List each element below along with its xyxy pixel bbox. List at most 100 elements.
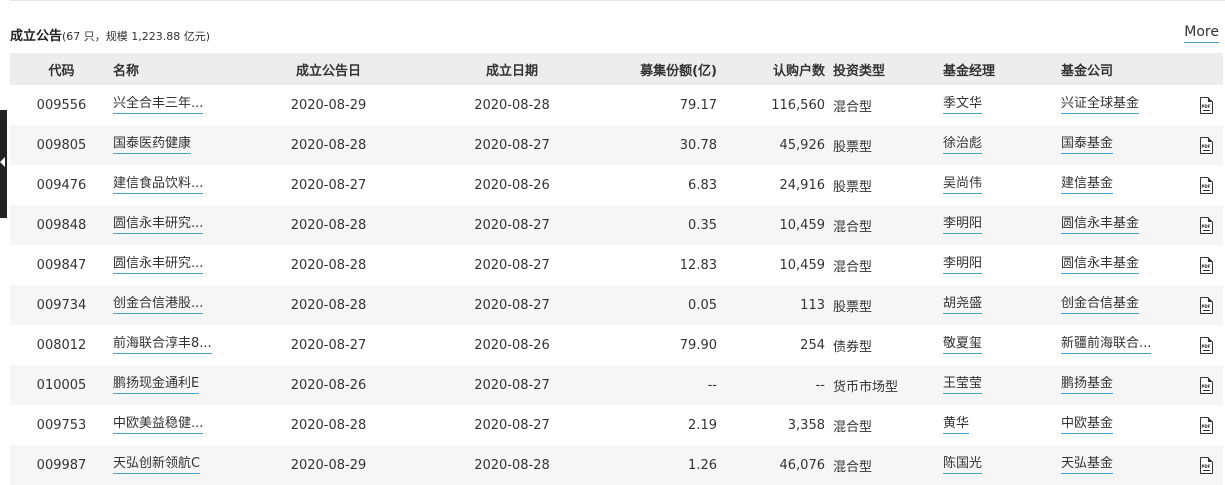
- cell-code: 008012: [36, 337, 87, 353]
- manager-link[interactable]: 黄华: [943, 416, 970, 434]
- fund-name-link[interactable]: 鹏扬现金通利E: [113, 376, 200, 394]
- col-header-company[interactable]: 基金公司: [1061, 53, 1189, 85]
- fund-name-link[interactable]: 天弘创新领航C: [113, 456, 201, 474]
- manager-link[interactable]: 胡尧盛: [943, 296, 983, 314]
- cell-shares: 79.90: [679, 337, 717, 353]
- pdf-icon[interactable]: PDF: [1199, 96, 1213, 114]
- cell-pdf: PDF: [1189, 445, 1223, 485]
- section-header: 成立公告(67 只，规模 1,223.88 亿元) More: [10, 23, 1219, 45]
- col-header-code[interactable]: 代码: [10, 53, 113, 85]
- cell-announce-date: 2020-08-27: [290, 337, 367, 353]
- col-header-announce-date[interactable]: 成立公告日: [240, 53, 417, 85]
- cell-manager: 李明阳: [943, 205, 1061, 245]
- cell-announce-date: 2020-08-28: [290, 257, 367, 273]
- col-header-name[interactable]: 名称: [113, 53, 240, 85]
- fund-name-link[interactable]: 创金合信港股...: [113, 296, 204, 314]
- manager-link[interactable]: 季文华: [943, 96, 983, 114]
- company-link[interactable]: 新疆前海联合...: [1061, 336, 1152, 354]
- cell-setup-date: 2020-08-27: [417, 285, 607, 325]
- manager-link[interactable]: 李明阳: [943, 216, 983, 234]
- company-link[interactable]: 圆信永丰基金: [1061, 256, 1140, 274]
- company-link[interactable]: 建信基金: [1061, 176, 1114, 194]
- col-header-type[interactable]: 投资类型: [825, 53, 943, 85]
- company-link[interactable]: 兴证全球基金: [1061, 96, 1140, 114]
- cell-code: 009753: [36, 417, 87, 433]
- cell-manager: 徐治彪: [943, 125, 1061, 165]
- cell-shares: 0.05: [607, 285, 717, 325]
- cell-type: 股票型: [825, 285, 943, 325]
- pdf-icon[interactable]: PDF: [1199, 136, 1213, 154]
- company-link[interactable]: 圆信永丰基金: [1061, 216, 1140, 234]
- cell-setup-date: 2020-08-26: [474, 177, 550, 193]
- cell-announce-date: 2020-08-29: [290, 97, 367, 113]
- pdf-icon[interactable]: PDF: [1199, 176, 1213, 194]
- col-header-manager[interactable]: 基金经理: [943, 53, 1061, 85]
- fund-name-link[interactable]: 圆信永丰研究...: [113, 256, 204, 274]
- cell-setup-date: 2020-08-27: [417, 125, 607, 165]
- company-link[interactable]: 国泰基金: [1061, 136, 1114, 154]
- pdf-icon-label: PDF: [1201, 143, 1211, 149]
- pdf-icon-label: PDF: [1201, 343, 1211, 349]
- pdf-icon[interactable]: PDF: [1199, 456, 1213, 474]
- fund-name-link[interactable]: 圆信永丰研究...: [113, 216, 204, 234]
- cell-announce-date: 2020-08-29: [240, 445, 417, 485]
- manager-link[interactable]: 李明阳: [943, 256, 983, 274]
- cell-type: 货币市场型: [825, 365, 943, 405]
- pdf-icon[interactable]: PDF: [1199, 416, 1213, 434]
- company-link[interactable]: 中欧基金: [1061, 416, 1114, 434]
- cell-name: 圆信永丰研究...: [113, 245, 240, 285]
- fund-name-link[interactable]: 前海联合淳丰8...: [113, 336, 212, 354]
- cell-announce-date: 2020-08-28: [240, 285, 417, 325]
- pdf-icon-label: PDF: [1201, 303, 1211, 309]
- cell-code: 010005: [10, 365, 113, 405]
- cell-shares: 79.17: [679, 97, 717, 113]
- manager-link[interactable]: 陈国光: [943, 456, 983, 474]
- cell-pdf: PDF: [1189, 165, 1223, 205]
- fund-name-link[interactable]: 中欧美益稳健...: [113, 416, 204, 434]
- cell-manager: 季文华: [943, 85, 1061, 125]
- fund-name-link[interactable]: 建信食品饮料...: [113, 176, 204, 194]
- pdf-icon[interactable]: PDF: [1199, 336, 1213, 354]
- col-header-subscribers[interactable]: 认购户数: [717, 53, 825, 85]
- col-header-setup-date[interactable]: 成立日期: [417, 53, 607, 85]
- pdf-icon[interactable]: PDF: [1199, 216, 1213, 234]
- cell-name: 圆信永丰研究...: [113, 205, 240, 245]
- company-link[interactable]: 鹏扬基金: [1061, 376, 1114, 394]
- cell-setup-date: 2020-08-27: [474, 257, 550, 273]
- cell-company: 新疆前海联合...: [1061, 325, 1189, 365]
- cell-setup-date: 2020-08-27: [417, 365, 607, 405]
- table-header-row: 代码 名称 成立公告日 成立日期 募集份额(亿) 认购户数 投资类型 基金经理 …: [10, 53, 1223, 85]
- company-link[interactable]: 天弘基金: [1061, 456, 1114, 474]
- cell-name: 前海联合淳丰8...: [113, 325, 240, 365]
- company-link[interactable]: 创金合信基金: [1061, 296, 1140, 314]
- pdf-icon[interactable]: PDF: [1199, 256, 1213, 274]
- cell-subscribers: 46,076: [717, 445, 825, 485]
- manager-link[interactable]: 徐治彪: [943, 136, 983, 154]
- cell-shares: 0.35: [607, 205, 717, 245]
- cell-company: 圆信永丰基金: [1061, 205, 1189, 245]
- manager-link[interactable]: 吴尚伟: [943, 176, 983, 194]
- cell-subscribers: --: [717, 365, 825, 405]
- fund-name-link[interactable]: 兴全合丰三年...: [113, 96, 204, 114]
- cell-setup-date: 2020-08-28: [474, 97, 550, 113]
- cell-pdf: PDF: [1189, 125, 1223, 165]
- cell-code: 009805: [10, 125, 113, 165]
- pdf-icon-label: PDF: [1201, 263, 1211, 269]
- manager-link[interactable]: 敬夏玺: [943, 336, 983, 354]
- table-row: 009734 创金合信港股... 2020-08-28 2020-08-27 0.05 1…: [10, 285, 1223, 325]
- pdf-icon-label: PDF: [1201, 183, 1211, 189]
- manager-link[interactable]: 王莹莹: [943, 376, 983, 394]
- side-collapse-tab[interactable]: [0, 110, 7, 218]
- cell-manager: 李明阳: [943, 245, 1061, 285]
- cell-company: 中欧基金: [1061, 405, 1189, 445]
- pdf-icon[interactable]: PDF: [1199, 376, 1213, 394]
- col-header-shares[interactable]: 募集份额(亿): [607, 53, 717, 85]
- pdf-icon[interactable]: PDF: [1199, 296, 1213, 314]
- pdf-icon-label: PDF: [1201, 103, 1211, 109]
- cell-company: 天弘基金: [1061, 445, 1189, 485]
- cell-code: 009734: [10, 285, 113, 325]
- more-link[interactable]: More: [1184, 24, 1219, 43]
- cell-manager: 敬夏玺: [943, 325, 1061, 365]
- cell-company: 建信基金: [1061, 165, 1189, 205]
- fund-name-link[interactable]: 国泰医药健康: [113, 136, 192, 154]
